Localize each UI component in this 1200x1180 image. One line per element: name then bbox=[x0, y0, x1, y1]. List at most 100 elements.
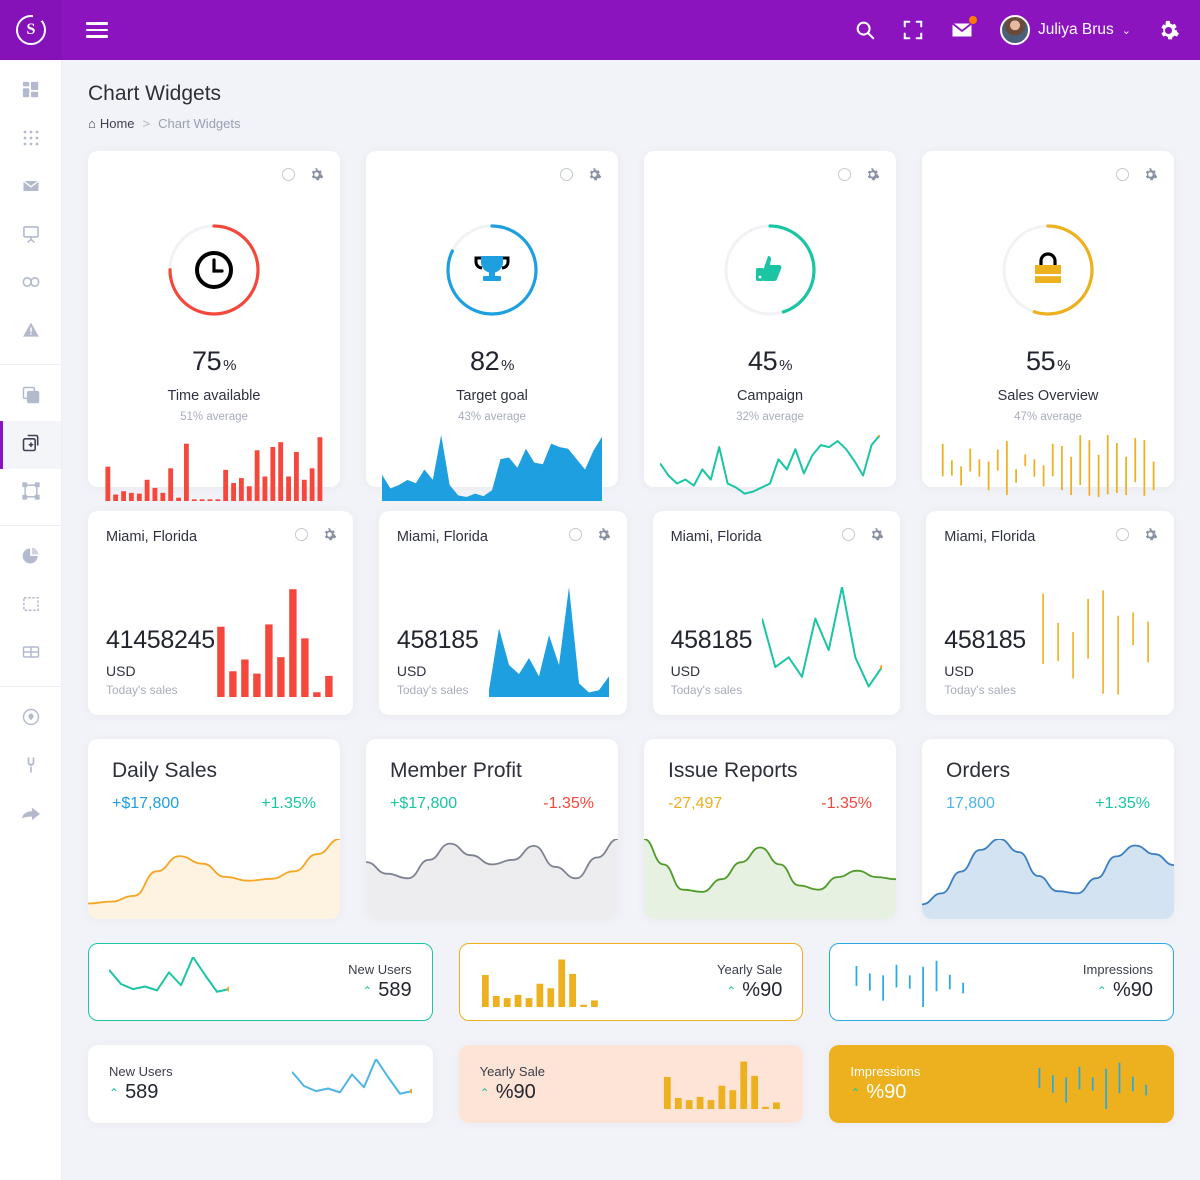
metric-value: -27,497 bbox=[668, 795, 723, 812]
card-refresh-button[interactable] bbox=[568, 528, 582, 541]
sidebar-item-alerts[interactable] bbox=[0, 308, 61, 356]
gauge-value: 55% bbox=[1026, 346, 1070, 376]
mini-outline-card[interactable]: Yearly Sale ⌃ %90 bbox=[458, 943, 804, 1021]
app-logo[interactable]: S bbox=[0, 0, 62, 60]
gauge-unit: % bbox=[779, 357, 792, 374]
mail-icon[interactable] bbox=[950, 16, 977, 42]
card-settings-gear-icon[interactable] bbox=[865, 167, 880, 182]
burger-line bbox=[86, 35, 108, 38]
plug-icon bbox=[22, 755, 40, 780]
sidebar-item-maps[interactable] bbox=[0, 695, 61, 743]
sidebar-item-share[interactable] bbox=[0, 791, 61, 839]
card-settings-gear-icon[interactable] bbox=[596, 527, 611, 542]
sidebar-item-plugins[interactable] bbox=[0, 743, 61, 791]
table-grid-icon bbox=[21, 642, 41, 667]
sidebar-item-charts[interactable] bbox=[0, 534, 61, 582]
arrow-share-icon bbox=[20, 804, 42, 827]
card-settings-gear-icon[interactable] bbox=[322, 527, 337, 542]
mini-label: New Users bbox=[109, 1064, 173, 1079]
card-tools bbox=[1116, 527, 1158, 542]
card-refresh-button[interactable] bbox=[1116, 528, 1129, 541]
sidebar-item-components[interactable] bbox=[0, 469, 61, 517]
user-menu[interactable]: Juliya Brus ⌄ bbox=[999, 15, 1131, 45]
trend-up-caret-icon: ⌃ bbox=[109, 1085, 120, 1100]
metric-values: +$17,800 +1.35% bbox=[112, 795, 316, 813]
card-refresh-button[interactable] bbox=[560, 168, 573, 181]
gauge-ring bbox=[993, 215, 1103, 330]
mini-outline-card[interactable]: Impressions ⌃ %90 bbox=[829, 943, 1174, 1021]
sales-card: Miami, Florida 41458245 USD Today's sales bbox=[88, 511, 353, 715]
mini-chart bbox=[1033, 1059, 1153, 1112]
sales-figures: 458185 USD Today's sales bbox=[671, 626, 753, 697]
sales-body: 458185 USD Today's sales bbox=[397, 587, 609, 697]
card-refresh-button[interactable] bbox=[1116, 168, 1129, 181]
sales-card: Miami, Florida 458185 USD Today's sales bbox=[652, 511, 901, 715]
sidebar bbox=[0, 60, 62, 1180]
card-tools bbox=[282, 167, 324, 182]
metric-card: Issue Reports -27,497 -1.35% bbox=[644, 739, 896, 919]
mini-text: New Users ⌃ 589 bbox=[109, 1064, 173, 1104]
gauge-unit: % bbox=[1057, 357, 1070, 374]
gauge-card: 45% Campaign 32% average bbox=[644, 151, 896, 487]
sidebar-item-layers[interactable] bbox=[0, 373, 61, 421]
card-settings-gear-icon[interactable] bbox=[587, 167, 602, 182]
metric-change: +1.35% bbox=[1095, 795, 1150, 812]
sales-body: 458185 USD Today's sales bbox=[944, 587, 1156, 697]
sidebar-item-dashboard[interactable] bbox=[0, 68, 61, 116]
burger-line bbox=[86, 28, 108, 32]
trend-up-caret-icon: ⌃ bbox=[479, 1085, 490, 1100]
sales-currency: USD bbox=[944, 663, 974, 679]
card-tools bbox=[1116, 167, 1158, 182]
sidebar-item-tables[interactable] bbox=[0, 630, 61, 678]
sidebar-item-infinity[interactable] bbox=[0, 260, 61, 308]
sidebar-item-media[interactable] bbox=[0, 582, 61, 630]
sales-card-row: Miami, Florida 41458245 USD Today's sales Mi… bbox=[62, 511, 1200, 715]
bounding-box-icon bbox=[21, 481, 41, 506]
infinity-icon bbox=[20, 274, 42, 295]
card-settings-gear-icon[interactable] bbox=[309, 167, 324, 182]
gear-icon[interactable] bbox=[1157, 19, 1180, 42]
card-refresh-button[interactable] bbox=[842, 528, 856, 541]
gauge-sparkline bbox=[938, 435, 1158, 501]
card-tools bbox=[294, 527, 337, 542]
mini-filled-card[interactable]: Impressions ⌃ %90 bbox=[829, 1045, 1174, 1123]
card-tools bbox=[568, 527, 611, 542]
mini-value: ⌃ %90 bbox=[850, 1081, 907, 1103]
gauge-subtext: 32% average bbox=[736, 411, 804, 423]
fullscreen-icon[interactable] bbox=[902, 19, 924, 41]
sidebar-item-mail[interactable] bbox=[0, 164, 61, 212]
card-refresh-button[interactable] bbox=[282, 168, 295, 181]
mini-outline-card[interactable]: New Users ⌃ 589 bbox=[88, 943, 433, 1021]
mini-chart bbox=[480, 957, 600, 1007]
mini-text: Impressions ⌃ %90 bbox=[1083, 962, 1153, 1002]
gauge-card: 75% Time available 51% average bbox=[88, 151, 340, 501]
card-settings-gear-icon[interactable] bbox=[1143, 527, 1158, 542]
sales-amount: 458185 bbox=[944, 626, 1026, 654]
top-navbar: S Juliya Brus ⌄ bbox=[0, 0, 1200, 60]
sidebar-toggle-button[interactable] bbox=[86, 18, 108, 42]
sales-card: Miami, Florida 458185 USD Today's sales bbox=[926, 511, 1174, 715]
search-icon[interactable] bbox=[854, 19, 876, 41]
sales-body: 458185 USD Today's sales bbox=[671, 587, 885, 697]
metric-title: Orders bbox=[946, 759, 1011, 782]
card-settings-gear-icon[interactable] bbox=[1143, 167, 1158, 182]
mini-filled-card[interactable]: New Users ⌃ 589 bbox=[88, 1045, 433, 1123]
card-refresh-button[interactable] bbox=[294, 528, 308, 541]
sidebar-item-presentation[interactable] bbox=[0, 212, 61, 260]
mini-text: Yearly Sale ⌃ %90 bbox=[480, 1064, 545, 1104]
card-settings-gear-icon[interactable] bbox=[869, 527, 884, 542]
topbar-actions: Juliya Brus ⌄ bbox=[854, 15, 1200, 45]
location-pin-icon bbox=[21, 707, 41, 732]
breadcrumb-home-link[interactable]: ⌂ Home bbox=[88, 116, 135, 131]
gauge-value: 82% bbox=[470, 346, 514, 376]
trend-up-caret-icon: ⌃ bbox=[362, 983, 373, 998]
sidebar-divider bbox=[0, 364, 61, 365]
sidebar-divider bbox=[0, 686, 61, 687]
metric-card: Member Profit +$17,800 -1.35% bbox=[366, 739, 618, 919]
card-refresh-button[interactable] bbox=[838, 168, 851, 181]
trend-up-caret-icon: ⌃ bbox=[726, 983, 737, 998]
mini-filled-card[interactable]: Yearly Sale ⌃ %90 bbox=[458, 1045, 804, 1123]
sidebar-item-apps[interactable] bbox=[0, 116, 61, 164]
sidebar-item-widgets[interactable] bbox=[0, 421, 61, 469]
mini-chart bbox=[109, 957, 232, 1007]
